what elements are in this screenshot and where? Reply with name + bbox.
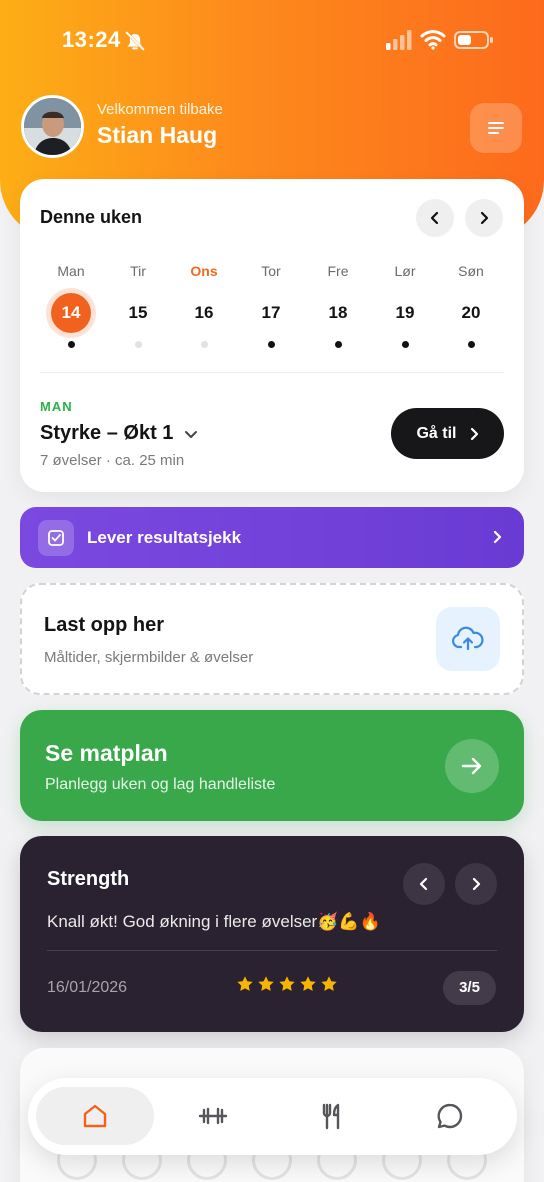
day-number: 15 [128,303,148,322]
week-title: Denne uken [40,207,143,227]
chevron-left-icon [419,877,428,891]
fork-knife-icon [322,1103,340,1130]
tab-chat[interactable] [391,1087,509,1145]
day-label: Man [57,263,85,279]
menu-icon [488,122,504,134]
next-week-button[interactable] [465,199,503,237]
workout-day-label: MAN [40,399,73,414]
day-number: 19 [395,303,415,322]
go-to-label: Gå til [416,424,457,442]
checkbox-icon [38,520,74,556]
tab-workouts[interactable] [154,1087,272,1145]
chevron-right-icon [472,877,481,891]
meal-plan-card[interactable]: Se matplan Planlegg uken og lag handleli… [20,710,524,821]
day-column[interactable]: Søn 20 [438,263,504,348]
day-column[interactable]: Man 14 [38,263,104,348]
day-number: 20 [461,303,481,322]
status-bar: 13:24 [0,0,544,80]
chevron-down-icon[interactable] [183,426,199,442]
activity-dot [67,341,75,348]
day-label: Lør [394,263,416,279]
day-column[interactable]: Tir 15 [105,263,171,348]
battery-icon [454,31,493,49]
tab-home[interactable] [36,1087,154,1145]
divider [47,950,497,951]
chevron-right-icon [493,530,502,544]
star-icon [300,976,316,991]
chevron-left-icon [430,211,439,225]
bottom-tab-bar [28,1078,517,1155]
activity-dot [200,341,208,348]
activity-dot [267,341,275,348]
greeting-text: Velkommen tilbake [97,101,223,118]
week-days: Man 14 Tir 15 Ons 16 Tor 17 Fre 18 Lør 1… [38,263,506,348]
star-icon [279,976,295,991]
arrow-right-icon [461,757,482,775]
results-check-label: Lever resultatsjekk [87,528,242,547]
go-to-workout-button[interactable]: Gå til [391,408,504,459]
day-column[interactable]: Tor 17 [238,263,304,348]
day-number-today: 14 [51,293,91,333]
feedback-title: Strength [47,868,130,890]
menu-button[interactable] [470,103,522,153]
day-number: 16 [194,303,214,322]
day-number: 18 [328,303,348,322]
workout-meta: 7 øvelser · ca. 25 min [40,452,185,469]
feedback-date: 16/01/2026 [47,979,128,996]
day-label: Søn [458,263,484,279]
meal-plan-title: Se matplan [45,740,168,766]
user-name: Stian Haug [97,122,218,148]
activity-dot [467,341,475,348]
feedback-message: Knall økt! God økning i flere øvelser🥳💪🔥 [47,912,381,931]
day-label: Tor [261,263,281,279]
day-label: Ons [190,263,218,279]
day-column[interactable]: Lør 19 [372,263,438,348]
chat-bubble-icon [437,1103,463,1129]
dumbbell-icon [198,1107,228,1125]
day-column[interactable]: Ons 16 [171,263,237,348]
chevron-right-icon [480,211,489,225]
upload-subtitle: Måltider, skjermbilder & øvelser [44,649,254,666]
day-label: Fre [327,263,349,279]
activity-dot [134,341,142,348]
avatar-photo [24,98,81,155]
prev-week-button[interactable] [416,199,454,237]
star-icon [258,976,274,991]
tab-meals[interactable] [273,1087,391,1145]
cloud-upload-icon [452,626,484,651]
next-feedback-button[interactable] [455,863,497,905]
star-rating [236,975,338,993]
day-column[interactable]: Fre 18 [305,263,371,348]
bell-off-icon [125,31,145,51]
activity-dot [401,341,409,348]
day-label: Tir [130,263,146,279]
wifi-icon [420,30,446,50]
upload-card[interactable]: Last opp her Måltider, skjermbilder & øv… [20,583,524,695]
feedback-card: Strength Knall økt! God økning i flere ø… [20,836,524,1032]
activity-dot [334,341,342,348]
status-time: 13:24 [62,27,121,52]
workout-name[interactable]: Styrke – Økt 1 [40,422,173,445]
meal-plan-subtitle: Planlegg uken og lag handleliste [45,776,276,793]
meal-plan-arrow-button[interactable] [445,739,499,793]
feedback-pager: 3/5 [443,971,496,1005]
star-icon [237,976,253,991]
home-icon [83,1104,107,1128]
prev-feedback-button[interactable] [403,863,445,905]
day-number: 17 [261,303,281,322]
chevron-right-icon [470,427,478,440]
divider [40,372,504,373]
star-icon [321,976,337,991]
avatar[interactable] [21,95,84,158]
upload-title: Last opp her [44,614,165,636]
week-card: Denne uken Man 14 Tir 15 Ons 16 Tor 17 F… [20,179,524,492]
signal-icon [386,30,412,50]
results-check-banner[interactable]: Lever resultatsjekk [20,507,524,568]
upload-button[interactable] [436,607,500,671]
